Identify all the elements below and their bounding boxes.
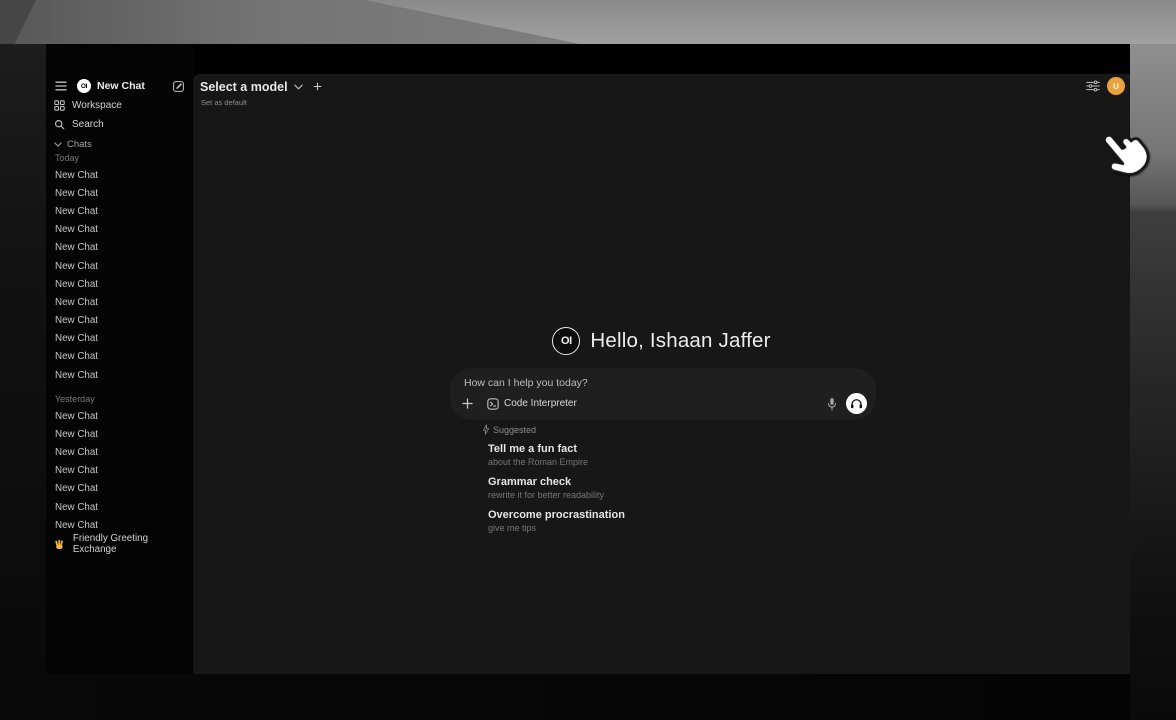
section-label-today: Today xyxy=(55,153,79,163)
attach-plus-icon[interactable] xyxy=(462,398,473,409)
suggested-prompt-subtitle: about the Roman Empire xyxy=(488,457,882,468)
bolt-icon xyxy=(482,424,490,435)
chat-list-item[interactable]: New Chat xyxy=(46,275,193,293)
model-selector-label: Select a model xyxy=(200,80,288,94)
chats-section-toggle[interactable]: Chats xyxy=(54,138,92,150)
add-model-icon[interactable] xyxy=(313,82,322,91)
chat-list-item[interactable]: New Chat xyxy=(46,348,193,366)
sidebar: OI New Chat Workspace Search Chats xyxy=(46,44,193,674)
user-avatar[interactable]: U xyxy=(1107,77,1125,95)
search-label: Search xyxy=(72,119,104,130)
sidebar-nav: Workspace Search xyxy=(46,96,193,134)
chat-list-item[interactable]: New Chat xyxy=(46,312,193,330)
sidebar-brand-label: New Chat xyxy=(97,80,172,92)
chat-list-item[interactable]: New Chat xyxy=(46,257,193,275)
greeting-row: OI Hello, Ishaan Jaffer xyxy=(193,327,1130,355)
model-selector[interactable]: Select a model xyxy=(200,78,322,95)
chat-list-item[interactable]: New Chat xyxy=(46,221,193,239)
set-default-link[interactable]: Set as default xyxy=(201,98,247,107)
suggested-prompt[interactable]: Overcome procrastination give me tips xyxy=(482,509,882,534)
chat-list-item-friendly-greeting[interactable]: 👋 Friendly Greeting Exchange xyxy=(46,536,193,552)
background-bottom-band xyxy=(0,674,1130,720)
chat-list-item[interactable]: New Chat xyxy=(46,166,193,184)
workspace-label: Workspace xyxy=(72,100,122,111)
chat-list-today: New Chat New Chat New Chat New Chat New … xyxy=(46,166,193,384)
chat-list-item[interactable]: New Chat xyxy=(46,366,193,384)
chat-list-item[interactable]: New Chat xyxy=(46,293,193,311)
message-composer[interactable]: How can I help you today? Code Interpret… xyxy=(450,368,876,420)
code-interpreter-label: Code Interpreter xyxy=(504,398,577,409)
suggested-header: Suggested xyxy=(482,424,882,435)
chat-list-item[interactable]: New Chat xyxy=(46,462,193,480)
main-panel: Select a model Set as default U OI Hello… xyxy=(193,74,1130,674)
chat-title: Friendly Greeting Exchange xyxy=(73,533,193,555)
suggested-prompt-subtitle: rewrite it for better readability xyxy=(488,490,882,501)
suggested-prompts: Suggested Tell me a fun fact about the R… xyxy=(482,424,882,542)
greeting-text: Hello, Ishaan Jaffer xyxy=(590,329,770,353)
suggested-prompt-subtitle: give me tips xyxy=(488,523,882,534)
grid-icon xyxy=(54,100,65,111)
code-interpreter-icon xyxy=(487,398,499,410)
chat-list-item[interactable]: New Chat xyxy=(46,480,193,498)
chat-list-item[interactable]: New Chat xyxy=(46,425,193,443)
sidebar-item-workspace[interactable]: Workspace xyxy=(46,96,193,115)
suggested-list: Tell me a fun fact about the Roman Empir… xyxy=(482,443,882,534)
chat-list-yesterday: New Chat New Chat New Chat New Chat New … xyxy=(46,407,193,534)
suggested-prompt-title: Tell me a fun fact xyxy=(488,443,882,456)
suggested-prompt[interactable]: Grammar check rewrite it for better read… xyxy=(482,476,882,501)
openwebui-window: OI New Chat Workspace Search Chats xyxy=(46,44,1130,674)
composer-toolbar: Code Interpreter xyxy=(462,393,867,414)
background-left-band xyxy=(0,44,46,674)
message-input[interactable]: How can I help you today? xyxy=(464,377,588,389)
chats-header-label: Chats xyxy=(67,139,92,150)
desktop-stage: OI New Chat Workspace Search Chats xyxy=(0,0,1176,720)
chat-list-item[interactable]: New Chat xyxy=(46,498,193,516)
voice-call-button[interactable] xyxy=(846,393,867,414)
suggested-prompt-title: Grammar check xyxy=(488,476,882,489)
sidebar-item-search[interactable]: Search xyxy=(46,115,193,134)
header-actions: U xyxy=(1086,77,1125,95)
code-interpreter-toggle[interactable]: Code Interpreter xyxy=(487,398,577,410)
search-icon xyxy=(54,119,65,130)
chat-list-item[interactable]: New Chat xyxy=(46,184,193,202)
wave-emoji-icon xyxy=(54,539,65,550)
new-chat-edit-icon[interactable] xyxy=(172,80,185,93)
headphones-icon xyxy=(850,398,863,409)
openwebui-logo: OI xyxy=(77,79,91,93)
chevron-down-icon xyxy=(54,142,62,147)
sidebar-toggle-icon[interactable] xyxy=(55,81,67,91)
chat-list-item[interactable]: New Chat xyxy=(46,202,193,220)
microphone-icon[interactable] xyxy=(827,397,837,411)
chat-list-item[interactable]: New Chat xyxy=(46,239,193,257)
chat-list-item[interactable]: New Chat xyxy=(46,516,193,534)
chat-list-item[interactable]: New Chat xyxy=(46,407,193,425)
settings-sliders-icon[interactable] xyxy=(1086,80,1100,92)
suggested-prompt[interactable]: Tell me a fun fact about the Roman Empir… xyxy=(482,443,882,468)
suggested-label: Suggested xyxy=(493,425,536,435)
chat-list-item[interactable]: New Chat xyxy=(46,330,193,348)
chevron-down-icon xyxy=(294,84,303,90)
chat-list-item[interactable]: New Chat xyxy=(46,443,193,461)
sidebar-header: OI New Chat xyxy=(55,76,185,96)
section-label-yesterday: Yesterday xyxy=(55,394,95,404)
openwebui-logo: OI xyxy=(552,327,580,355)
suggested-prompt-title: Overcome procrastination xyxy=(488,509,882,522)
